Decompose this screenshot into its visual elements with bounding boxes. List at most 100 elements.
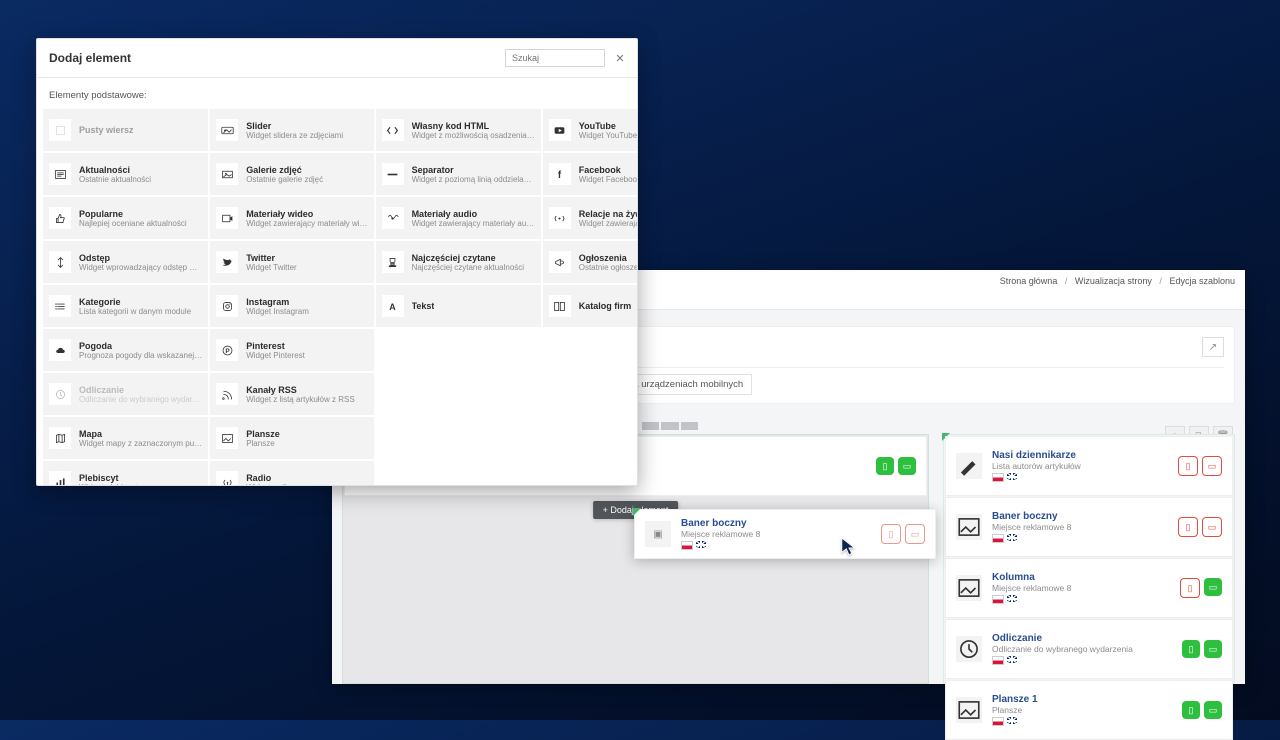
tile-radio[interactable]: Radio Widget radiowy bbox=[210, 461, 373, 485]
crumb-vis[interactable]: Wizualizacja strony bbox=[1075, 276, 1152, 286]
tile-sub: Ostatnie galerie zdjęć bbox=[246, 175, 323, 184]
flag-pl-icon bbox=[992, 717, 1004, 726]
tile-sub: Widget mapy z zaznaczonym pu… bbox=[79, 439, 202, 448]
tiles-grid: Pusty wiersz Slider Widget slidera ze zd… bbox=[37, 109, 637, 485]
tile-sub: Odliczanie do wybranego wydar… bbox=[79, 395, 200, 404]
tile-title: Plansze bbox=[246, 429, 280, 439]
side-card[interactable]: Odliczanie Odliczanie do wybranego wydar… bbox=[945, 619, 1233, 679]
modal-body: Elementy podstawowe: Pusty wiersz Slider… bbox=[37, 78, 637, 485]
layout-3col-c[interactable] bbox=[642, 422, 698, 430]
desktop-icon[interactable]: ▭ bbox=[1202, 517, 1222, 537]
tile-clock[interactable]: Odliczanie Odliczanie do wybranego wydar… bbox=[43, 373, 208, 415]
side-card[interactable]: Plansze 1 Plansze ▯ ▭ bbox=[945, 680, 1233, 740]
tile-title: Odliczanie bbox=[79, 385, 200, 395]
tile-thumbs[interactable]: Popularne Najlepiej oceniane aktualności bbox=[43, 197, 208, 239]
tile-image[interactable]: Plansze Plansze bbox=[210, 417, 373, 459]
tile-pinterest[interactable]: P Pinterest Widget Pinterest bbox=[210, 329, 373, 371]
flag-pl-icon bbox=[992, 534, 1004, 543]
desktop-icon[interactable]: ▭ bbox=[898, 457, 916, 475]
tile-news[interactable]: Aktualności Ostatnie aktualności bbox=[43, 153, 208, 195]
tile-map[interactable]: Mapa Widget mapy z zaznaczonym pu… bbox=[43, 417, 208, 459]
tile-title: Aktualności bbox=[79, 165, 151, 175]
tile-text[interactable]: A Tekst bbox=[376, 285, 541, 327]
desktop-icon[interactable]: ▭ bbox=[1204, 640, 1222, 658]
mobile-icon[interactable]: ▯ bbox=[876, 457, 894, 475]
crumb-edit[interactable]: Edycja szablonu bbox=[1169, 276, 1235, 286]
audio-icon bbox=[382, 207, 404, 229]
tile-sub: Najczęściej czytane aktualności bbox=[412, 263, 525, 272]
mobile-icon[interactable]: ▯ bbox=[1182, 701, 1200, 719]
tile-instagram[interactable]: Instagram Widget Instagram bbox=[210, 285, 373, 327]
svg-text:f: f bbox=[558, 169, 562, 180]
cloud-icon bbox=[49, 339, 71, 361]
desktop-icon[interactable]: ▭ bbox=[1204, 701, 1222, 719]
tile-audio[interactable]: Materiały audio Widget zawierający mater… bbox=[376, 197, 541, 239]
tile-title: Kategorie bbox=[79, 297, 191, 307]
add-element-modal: Dodaj element ✕ Elementy podstawowe: Pus… bbox=[36, 38, 638, 486]
tile-facebook[interactable]: f Facebook Widget Facebook bbox=[543, 153, 637, 195]
tile-title: Własny kod HTML bbox=[412, 121, 535, 131]
search-input[interactable] bbox=[505, 49, 605, 67]
tile-sub: Plansze bbox=[246, 439, 280, 448]
breadcrumb: Strona główna / Wizualizacja strony / Ed… bbox=[1000, 276, 1235, 286]
mobile-icon[interactable]: ▯ bbox=[1178, 517, 1198, 537]
mobile-icon[interactable]: ▯ bbox=[1182, 640, 1200, 658]
desktop-icon[interactable]: ▭ bbox=[1202, 456, 1222, 476]
tile-cloud[interactable]: Pogoda Prognoza pogody dla wskazanej… bbox=[43, 329, 208, 371]
video-icon bbox=[216, 207, 238, 229]
flag-uk-icon bbox=[696, 541, 706, 548]
tile-title: Galerie zdjęć bbox=[246, 165, 323, 175]
tile-separator[interactable]: Separator Widget z poziomą linią oddziel… bbox=[376, 153, 541, 195]
tile-sub: Lista kategorii w danym module bbox=[79, 307, 191, 316]
modal-header: Dodaj element ✕ bbox=[37, 39, 637, 78]
flag-pl-icon bbox=[681, 541, 693, 550]
collapse-icon[interactable]: ↗ bbox=[1202, 337, 1224, 357]
catalog-icon bbox=[549, 295, 571, 317]
mobile-icon[interactable]: ▯ bbox=[881, 524, 901, 544]
tile-title: Pogoda bbox=[79, 341, 202, 351]
tile-title: Slider bbox=[246, 121, 343, 131]
close-icon[interactable]: ✕ bbox=[613, 51, 627, 65]
tile-video[interactable]: Materiały wideo Widget zawierający mater… bbox=[210, 197, 373, 239]
mobile-icon[interactable]: ▯ bbox=[1178, 456, 1198, 476]
youtube-icon bbox=[549, 119, 571, 141]
tile-title: Pusty wiersz bbox=[79, 125, 134, 135]
crumb-home[interactable]: Strona główna bbox=[1000, 276, 1058, 286]
desktop-icon[interactable]: ▭ bbox=[1204, 578, 1222, 596]
instagram-icon bbox=[216, 295, 238, 317]
side-card[interactable]: Nasi dziennikarze Lista autorów artykułó… bbox=[945, 436, 1233, 496]
list-icon bbox=[49, 295, 71, 317]
flag-uk-icon bbox=[1007, 656, 1017, 663]
flag-uk-icon bbox=[1007, 534, 1017, 541]
tile-live[interactable]: Relacje na żywo Widget zawierający relac… bbox=[543, 197, 637, 239]
tile-rss[interactable]: Kanały RSS Widget z listą artykułów z RS… bbox=[210, 373, 373, 415]
tile-code[interactable]: Własny kod HTML Widget z możliwością osa… bbox=[376, 109, 541, 151]
flag-uk-icon bbox=[1007, 717, 1017, 724]
tile-youtube[interactable]: YouTube Widget YouTube bbox=[543, 109, 637, 151]
tile-megaphone[interactable]: Ogłoszenia Ostatnie ogłoszenia bbox=[543, 241, 637, 283]
tile-sub: Widget z możliwością osadzenia… bbox=[412, 131, 535, 140]
bars-icon bbox=[49, 471, 71, 485]
tile-spacer[interactable]: Odstęp Widget wprowadzający odstęp … bbox=[43, 241, 208, 283]
side-column[interactable]: Nasi dziennikarze Lista autorów artykułó… bbox=[943, 434, 1235, 684]
tile-blank[interactable]: Pusty wiersz bbox=[43, 109, 208, 151]
desktop-icon[interactable]: ▭ bbox=[905, 524, 925, 544]
live-icon bbox=[549, 207, 571, 229]
flag-uk-icon bbox=[1007, 595, 1017, 602]
side-card[interactable]: Baner boczny Miejsce reklamowe 8 ▯ ▭ bbox=[945, 497, 1233, 557]
tile-sub: Widget radiowy bbox=[246, 483, 301, 486]
image-icon: ▣ bbox=[645, 521, 671, 547]
tile-gallery[interactable]: Galerie zdjęć Ostatnie galerie zdjęć bbox=[210, 153, 373, 195]
tile-twitter[interactable]: Twitter Widget Twitter bbox=[210, 241, 373, 283]
tile-bars[interactable]: Plebiscyt Widget plebiscytu bbox=[43, 461, 208, 485]
drag-ghost-card[interactable]: ▣ Baner boczny Miejsce reklamowe 8 ▯ ▭ bbox=[634, 509, 936, 559]
tile-title: Radio bbox=[246, 473, 301, 483]
mobile-icon[interactable]: ▯ bbox=[1180, 578, 1200, 598]
code-icon bbox=[382, 119, 404, 141]
tile-catalog[interactable]: Katalog firm bbox=[543, 285, 637, 327]
pinterest-icon: P bbox=[216, 339, 238, 361]
side-card[interactable]: Kolumna Miejsce reklamowe 8 ▯ ▭ bbox=[945, 558, 1233, 618]
tile-trophy[interactable]: Najczęściej czytane Najczęściej czytane … bbox=[376, 241, 541, 283]
tile-list[interactable]: Kategorie Lista kategorii w danym module bbox=[43, 285, 208, 327]
tile-slider[interactable]: Slider Widget slidera ze zdjęciami bbox=[210, 109, 373, 151]
